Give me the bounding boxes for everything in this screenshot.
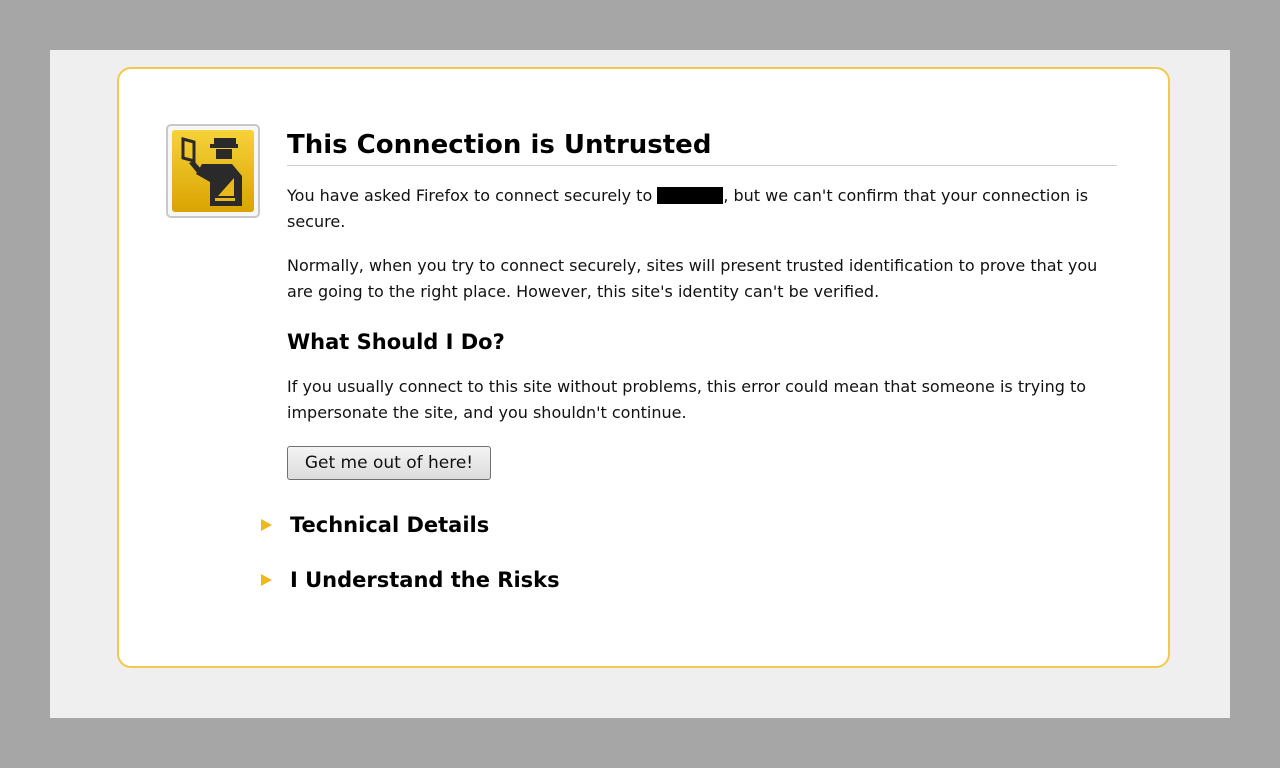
page-title: This Connection is Untrusted bbox=[287, 129, 1117, 166]
security-badge bbox=[166, 124, 260, 218]
intro-paragraph: You have asked Firefox to connect secure… bbox=[287, 183, 1117, 235]
error-content: This Connection is Untrusted You have as… bbox=[287, 129, 1117, 480]
browser-viewport: This Connection is Untrusted You have as… bbox=[50, 50, 1230, 718]
intro-text-before: You have asked Firefox to connect secure… bbox=[287, 186, 658, 205]
understand-risks-expander[interactable]: I Understand the Risks bbox=[261, 566, 560, 594]
triangle-right-icon bbox=[261, 574, 272, 586]
security-officer-icon bbox=[172, 130, 254, 212]
advice-paragraph: If you usually connect to this site with… bbox=[287, 377, 1087, 422]
error-panel: This Connection is Untrusted You have as… bbox=[117, 67, 1170, 668]
get-me-out-button[interactable]: Get me out of here! bbox=[287, 446, 491, 480]
redacted-hostname bbox=[657, 187, 724, 204]
explanation-paragraph: Normally, when you try to connect secure… bbox=[287, 256, 1098, 301]
triangle-right-icon bbox=[261, 519, 272, 531]
technical-details-label: Technical Details bbox=[290, 513, 490, 537]
technical-details-expander[interactable]: Technical Details bbox=[261, 511, 489, 539]
understand-risks-label: I Understand the Risks bbox=[290, 568, 560, 592]
section-heading: What Should I Do? bbox=[287, 330, 505, 354]
